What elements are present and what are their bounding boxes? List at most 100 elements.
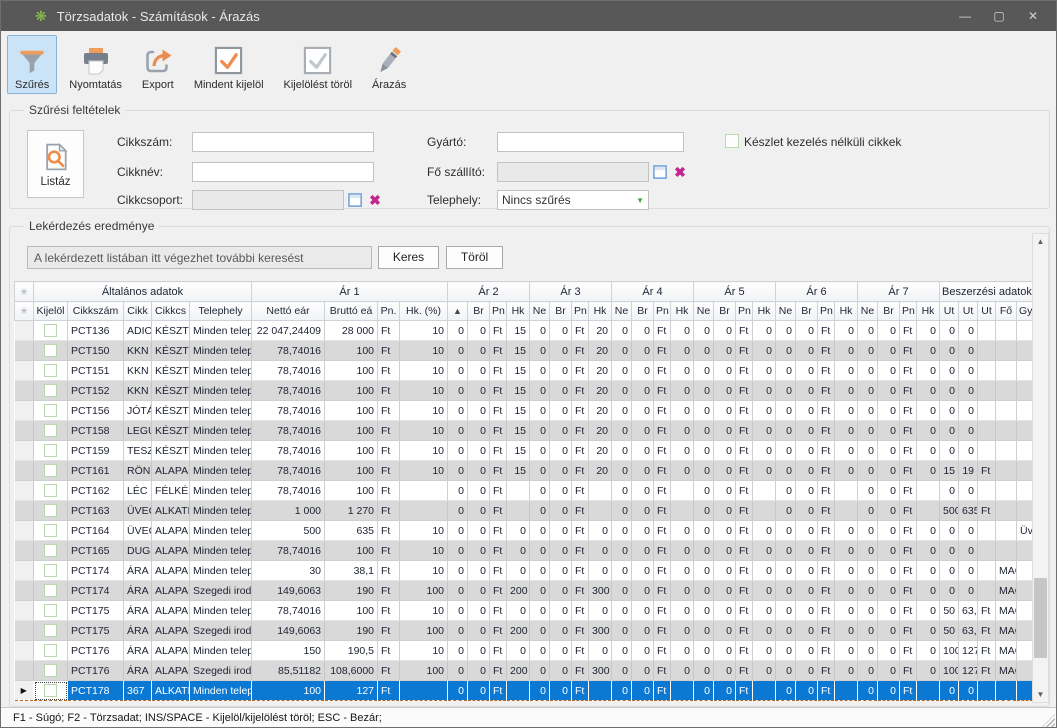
column-header-br6[interactable]: Br <box>796 302 818 321</box>
column-header-pn1[interactable]: Pn. <box>378 302 400 321</box>
close-button[interactable]: ✕ <box>1016 1 1050 31</box>
search-button[interactable]: Keres <box>378 246 439 269</box>
column-group-header[interactable]: Ár 5 <box>694 282 776 302</box>
column-group-header[interactable]: Ár 4 <box>612 282 694 302</box>
clear-selection-button[interactable]: Kijelölést töröl <box>276 35 360 94</box>
maximize-button[interactable]: ▢ <box>982 1 1016 31</box>
list-button[interactable]: Listáz <box>27 130 84 198</box>
row-select-cell[interactable] <box>34 641 68 661</box>
table-row[interactable]: PCT174ÁRAALAPAMinden telep3038,1Ft1000Ft… <box>15 561 1034 581</box>
row-checkbox[interactable] <box>44 684 57 697</box>
vertical-scrollbar[interactable]: ▲ ▼ <box>1032 233 1049 703</box>
table-row[interactable]: PCT162LÉCFÉLKÉSMinden telep78,74016100Ft… <box>15 481 1034 501</box>
table-row[interactable]: PCT165DUGALAPAMinden telep78,74016100Ft1… <box>15 541 1034 561</box>
column-header-ne5[interactable]: Ne <box>694 302 714 321</box>
row-select-cell[interactable] <box>34 541 68 561</box>
row-checkbox[interactable] <box>44 664 57 677</box>
row-select-cell[interactable] <box>34 341 68 361</box>
row-select-cell[interactable] <box>34 401 68 421</box>
row-select-cell[interactable] <box>34 681 68 701</box>
column-header-cikk[interactable]: Cikk <box>124 302 152 321</box>
table-row[interactable]: PCT163ÜVEGALKATIMinden telep1 0001 270Ft… <box>15 501 1034 521</box>
row-checkbox[interactable] <box>44 564 57 577</box>
row-select-cell[interactable] <box>34 481 68 501</box>
column-header-hk2[interactable]: Hk <box>507 302 530 321</box>
fo-szallito-picker-icon[interactable] <box>652 164 668 180</box>
table-row[interactable]: PCT174ÁRAALAPASzegedi irod149,6063190Ft1… <box>15 581 1034 601</box>
cikkszam-input[interactable] <box>192 132 374 152</box>
column-header-ne2[interactable]: ▲ <box>448 302 468 321</box>
column-group-header[interactable]: Általános adatok <box>34 282 252 302</box>
table-row[interactable]: PCT176ÁRAALAPAMinden telep150190,5Ft1000… <box>15 641 1034 661</box>
column-header-ut_netto[interactable]: Ut <box>940 302 959 321</box>
column-header-fo[interactable]: Fő <box>996 302 1017 321</box>
scroll-up-icon[interactable]: ▲ <box>1033 234 1048 249</box>
row-checkbox[interactable] <box>44 324 57 337</box>
scrollbar-thumb[interactable] <box>1034 578 1047 658</box>
row-select-cell[interactable] <box>34 441 68 461</box>
clear-search-button[interactable]: Töröl <box>446 246 503 269</box>
column-group-header[interactable]: Beszerzési adatok <box>940 282 1034 302</box>
row-select-cell[interactable] <box>34 561 68 581</box>
column-header-br3[interactable]: Br <box>550 302 572 321</box>
print-button[interactable]: Nyomtatás <box>61 35 130 94</box>
resize-grip-icon[interactable] <box>1041 714 1055 728</box>
row-checkbox[interactable] <box>44 364 57 377</box>
row-checkbox[interactable] <box>44 604 57 617</box>
stock-checkbox[interactable] <box>725 134 739 148</box>
column-group-header[interactable]: Ár 6 <box>776 282 858 302</box>
column-header-hk5[interactable]: Hk <box>753 302 776 321</box>
column-group-header[interactable]: Ár 1 <box>252 282 448 302</box>
column-header-br2[interactable]: Br <box>468 302 490 321</box>
row-checkbox[interactable] <box>44 344 57 357</box>
column-header-pn2[interactable]: Pn <box>490 302 507 321</box>
column-header-ne6[interactable]: Ne <box>776 302 796 321</box>
row-select-cell[interactable] <box>34 381 68 401</box>
column-header-ne4[interactable]: Ne <box>612 302 632 321</box>
table-row[interactable]: PCT159TESZKÉSZTEMinden telep78,74016100F… <box>15 441 1034 461</box>
filter-button[interactable]: Szűrés <box>7 35 57 94</box>
row-select-cell[interactable] <box>34 421 68 441</box>
export-button[interactable]: Export <box>134 35 182 94</box>
row-select-cell[interactable] <box>34 621 68 641</box>
select-all-button[interactable]: Mindent kijelöl <box>186 35 272 94</box>
row-select-cell[interactable] <box>34 521 68 541</box>
fo-szallito-clear-icon[interactable]: ✖ <box>671 163 689 181</box>
column-header-br4[interactable]: Br <box>632 302 654 321</box>
table-row[interactable]: PCT161RÖNALAPAMinden telep78,74016100Ft1… <box>15 461 1034 481</box>
table-row[interactable]: PCT151KKNKÉSZTEMinden telep78,74016100Ft… <box>15 361 1034 381</box>
column-header-pn7[interactable]: Pn <box>900 302 917 321</box>
row-checkbox[interactable] <box>44 404 57 417</box>
cikkcsoport-clear-icon[interactable]: ✖ <box>366 191 384 209</box>
table-row[interactable]: PCT150KKNKÉSZTEMinden telep78,74016100Ft… <box>15 341 1034 361</box>
cikkcsoport-input[interactable] <box>192 190 344 210</box>
column-header-netto_ear[interactable]: Nettó eár <box>252 302 325 321</box>
column-header-cikkcs[interactable]: Cikkcs <box>152 302 190 321</box>
row-checkbox[interactable] <box>44 504 57 517</box>
column-header-ut_pn[interactable]: Ut <box>978 302 996 321</box>
fo-szallito-input[interactable] <box>497 162 649 182</box>
table-row[interactable]: PCT175ÁRAALAPAMinden telep78,74016100Ft1… <box>15 601 1034 621</box>
column-header-pn6[interactable]: Pn <box>818 302 835 321</box>
pricing-button[interactable]: Árazás <box>364 35 414 94</box>
scroll-down-icon[interactable]: ▼ <box>1033 687 1048 702</box>
row-select-cell[interactable] <box>34 501 68 521</box>
cikkcsoport-picker-icon[interactable] <box>347 192 363 208</box>
telephely-select[interactable]: Nincs szűrés ▼ <box>497 190 649 210</box>
row-checkbox[interactable] <box>44 424 57 437</box>
column-header-br7[interactable]: Br <box>878 302 900 321</box>
row-checkbox[interactable] <box>44 484 57 497</box>
column-header-ne7[interactable]: Ne <box>858 302 878 321</box>
row-checkbox[interactable] <box>44 384 57 397</box>
row-select-cell[interactable] <box>34 661 68 681</box>
column-header-pn5[interactable]: Pn <box>736 302 753 321</box>
column-header-telephely[interactable]: Telephely <box>190 302 252 321</box>
column-header-hk7[interactable]: Hk <box>917 302 940 321</box>
row-checkbox[interactable] <box>44 644 57 657</box>
row-checkbox[interactable] <box>44 524 57 537</box>
row-checkbox[interactable] <box>44 444 57 457</box>
column-group-header[interactable]: Ár 3 <box>530 282 612 302</box>
table-row[interactable]: PCT158LEGÚKÉSZTEMinden telep78,74016100F… <box>15 421 1034 441</box>
column-header-cikkszam[interactable]: Cikkszám <box>68 302 124 321</box>
gyarto-input[interactable] <box>497 132 684 152</box>
